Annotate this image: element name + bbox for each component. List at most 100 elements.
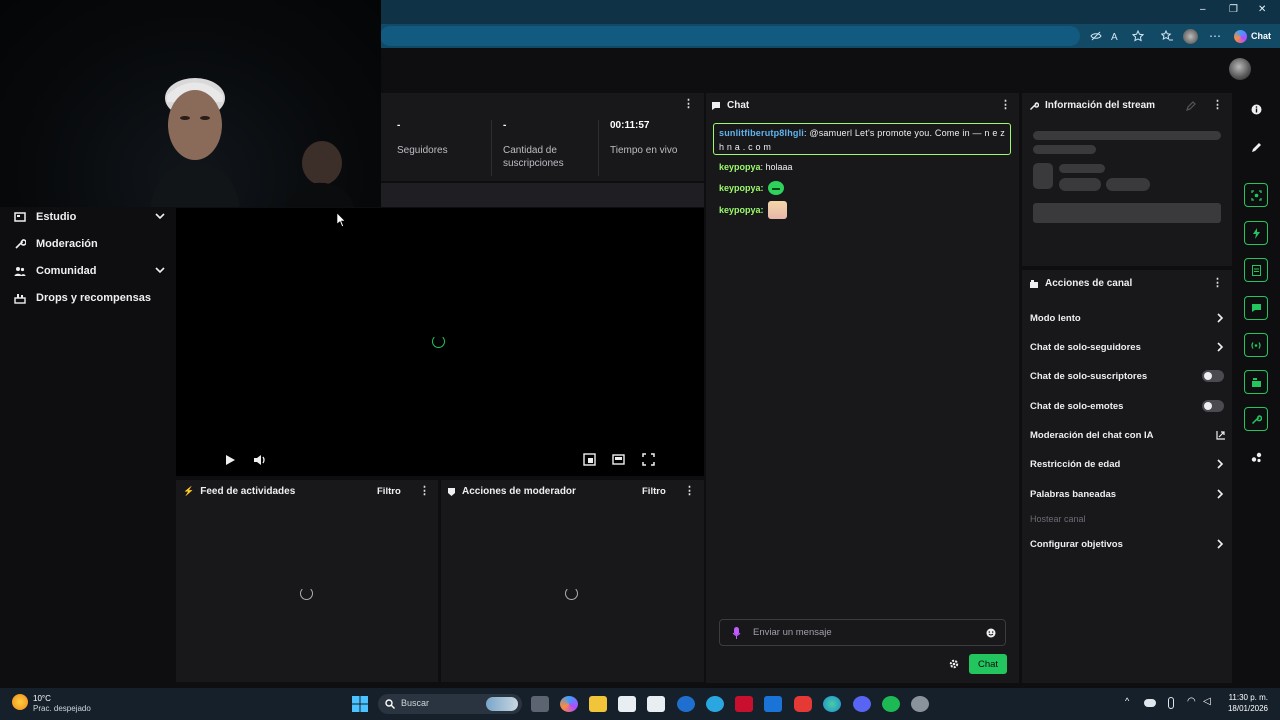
activity-feed-header: ⚡ Feed de actividades — [183, 486, 296, 497]
sidebar-item-drops[interactable]: Drops y recompensas — [14, 288, 166, 308]
green-frog-emote[interactable] — [767, 181, 784, 195]
activity-filter-button[interactable]: Filtro — [377, 486, 401, 497]
chat-settings-icon[interactable] — [949, 659, 959, 669]
stat-live-time: 00:11:57 Tiempo en vivo — [610, 120, 678, 156]
channel-actions-icon[interactable] — [1244, 370, 1268, 394]
emotes-only-toggle[interactable] — [1202, 400, 1224, 412]
chat-username[interactable]: keypopya — [719, 203, 761, 217]
youtube-icon[interactable] — [794, 696, 812, 712]
microphone-icon[interactable] — [732, 627, 741, 639]
chat-username[interactable]: sunlitfiberutp8lhgli — [719, 128, 804, 138]
stat-followers: - Seguidores — [397, 120, 448, 156]
chat-username[interactable]: keypopya — [719, 162, 761, 172]
sidebar-item-moderacion[interactable]: Moderación — [14, 234, 166, 254]
wrench-icon[interactable] — [1244, 407, 1268, 431]
wifi-icon[interactable]: ◠ — [1187, 696, 1196, 707]
user-avatar[interactable] — [1229, 58, 1251, 80]
anime-girl-emote[interactable] — [767, 201, 787, 219]
channel-icon — [1030, 279, 1038, 288]
screen-capture-icon[interactable] — [1244, 183, 1268, 207]
minimize-button[interactable]: – — [1200, 4, 1206, 15]
chat-message: keypopya: — [719, 201, 787, 219]
stat-divider — [598, 120, 599, 176]
stat-divider — [491, 120, 492, 176]
url-field[interactable] — [380, 26, 1080, 46]
channel-actions-header: Acciones de canal — [1029, 278, 1132, 289]
activity-more-icon[interactable]: ⋮ — [419, 486, 430, 497]
copilot-icon[interactable] — [560, 696, 578, 712]
read-aloud-icon[interactable]: A — [1108, 27, 1126, 45]
edit-icon[interactable] — [1244, 135, 1268, 159]
action-slow-mode[interactable]: Modo lento — [1030, 310, 1226, 326]
channel-actions-more-icon[interactable]: ⋮ — [1212, 278, 1223, 289]
wrench-icon — [1030, 101, 1039, 110]
task-view-icon[interactable] — [531, 696, 549, 712]
onedrive-icon[interactable] — [1144, 699, 1156, 707]
outlook-icon[interactable] — [764, 696, 782, 712]
store-icon[interactable] — [647, 696, 665, 712]
notepad-icon[interactable] — [618, 696, 636, 712]
more-icon[interactable]: ⋯ — [1206, 27, 1224, 45]
hp-icon[interactable] — [677, 696, 695, 712]
favorites-icon[interactable] — [1158, 27, 1176, 45]
favorite-star-icon[interactable] — [1129, 27, 1147, 45]
sidebar-item-comunidad[interactable]: Comunidad — [14, 261, 166, 281]
action-banned-words[interactable]: Palabras baneadas — [1030, 486, 1226, 502]
info-icon[interactable] — [1244, 97, 1268, 121]
chat-bubble-icon[interactable] — [1244, 296, 1268, 320]
webcam-overlay — [0, 0, 381, 207]
action-age-restriction[interactable]: Restricción de edad — [1030, 456, 1226, 472]
subscribers-only-toggle[interactable] — [1202, 370, 1224, 382]
volume-icon[interactable] — [253, 453, 267, 467]
edge-icon[interactable] — [823, 696, 841, 712]
moderator-filter-button[interactable]: Filtro — [642, 486, 666, 497]
tray-expand-icon[interactable]: ^ — [1125, 696, 1129, 706]
clock-date[interactable]: 18/01/2026 — [1226, 704, 1268, 713]
obs-icon[interactable] — [911, 696, 929, 712]
action-ai-moderation[interactable]: Moderación del chat con IA — [1030, 427, 1226, 443]
chevron-right-icon — [1217, 539, 1224, 549]
stat-subscriptions: - Cantidad de suscripciones — [503, 120, 564, 169]
volume-icon[interactable]: ◁ — [1203, 696, 1211, 707]
hide-icon[interactable] — [1087, 27, 1105, 45]
file-explorer-icon[interactable] — [589, 696, 607, 712]
stats-more-icon[interactable]: ⋮ — [683, 99, 694, 110]
moderator-more-icon[interactable]: ⋮ — [684, 486, 695, 497]
fullscreen-icon[interactable] — [642, 453, 655, 466]
microphone-icon[interactable] — [1168, 697, 1174, 709]
action-configure-goals[interactable]: Configurar objetivos — [1030, 536, 1226, 552]
stream-info-more-icon[interactable]: ⋮ — [1212, 100, 1223, 111]
maximize-button[interactable]: ❐ — [1229, 4, 1238, 15]
action-emotes-only: Chat de solo-emotes — [1030, 398, 1226, 414]
external-link-icon — [1216, 431, 1225, 440]
action-subscribers-only: Chat de solo-suscriptores — [1030, 368, 1226, 384]
windows-start-icon[interactable] — [352, 696, 368, 712]
close-window-button[interactable]: ✕ — [1258, 4, 1266, 15]
edit-pencil-icon[interactable] — [1186, 101, 1196, 111]
sidebar-item-estudio[interactable]: Estudio — [14, 207, 166, 227]
profile-avatar-icon[interactable] — [1181, 27, 1199, 45]
emote-picker-icon[interactable] — [986, 628, 996, 638]
clock-time[interactable]: 11:30 p. m. — [1226, 693, 1268, 702]
chat-message: keypopya: — [719, 181, 784, 195]
copilot-chat-button[interactable]: Chat — [1230, 26, 1276, 46]
send-chat-button[interactable]: Chat — [969, 654, 1007, 674]
miniplayer-icon[interactable] — [583, 453, 596, 466]
spotify-icon[interactable] — [882, 696, 900, 712]
broadcast-icon[interactable] — [1244, 333, 1268, 357]
theatre-mode-icon[interactable] — [612, 453, 625, 466]
lightning-icon[interactable] — [1244, 221, 1268, 245]
chat-input-field[interactable]: Enviar un mensaje — [719, 619, 1006, 646]
chat-more-icon[interactable]: ⋮ — [1000, 100, 1011, 111]
chat-username[interactable]: keypopya — [719, 181, 761, 195]
document-icon[interactable] — [1244, 258, 1268, 282]
action-followers-only[interactable]: Chat de solo-seguidores — [1030, 339, 1226, 355]
video-player[interactable] — [176, 208, 704, 476]
chevron-right-icon — [1217, 313, 1224, 323]
extensions-icon[interactable] — [1244, 445, 1268, 469]
settings-app-icon[interactable] — [706, 696, 724, 712]
discord-icon[interactable] — [853, 696, 871, 712]
mcafee-icon[interactable] — [735, 696, 753, 712]
taskbar-search-box[interactable]: Buscar — [378, 694, 522, 714]
play-icon[interactable] — [224, 454, 236, 466]
